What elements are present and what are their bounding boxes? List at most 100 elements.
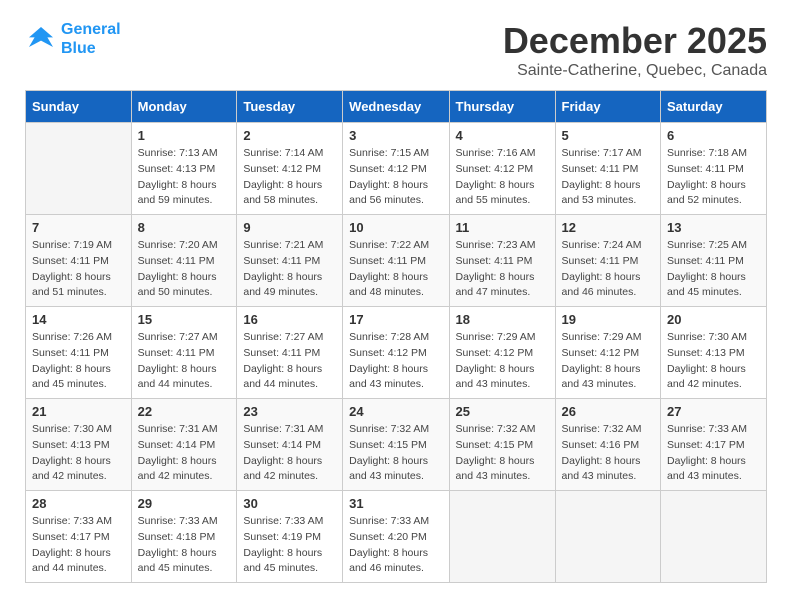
day-info: Sunrise: 7:33 AMSunset: 4:17 PMDaylight:… <box>667 422 760 485</box>
header: General Blue December 2025 Sainte-Cather… <box>25 20 767 80</box>
calendar-cell: 1 Sunrise: 7:13 AMSunset: 4:13 PMDayligh… <box>131 123 237 215</box>
day-info: Sunrise: 7:21 AMSunset: 4:11 PMDaylight:… <box>243 238 336 301</box>
day-number: 10 <box>349 220 442 235</box>
day-info: Sunrise: 7:33 AMSunset: 4:17 PMDaylight:… <box>32 514 125 577</box>
day-info: Sunrise: 7:27 AMSunset: 4:11 PMDaylight:… <box>138 330 231 393</box>
calendar-cell: 27 Sunrise: 7:33 AMSunset: 4:17 PMDaylig… <box>661 399 767 491</box>
day-info: Sunrise: 7:33 AMSunset: 4:19 PMDaylight:… <box>243 514 336 577</box>
day-info: Sunrise: 7:33 AMSunset: 4:20 PMDaylight:… <box>349 514 442 577</box>
calendar-cell: 18 Sunrise: 7:29 AMSunset: 4:12 PMDaylig… <box>449 307 555 399</box>
calendar-cell: 13 Sunrise: 7:25 AMSunset: 4:11 PMDaylig… <box>661 215 767 307</box>
day-number: 19 <box>562 312 654 327</box>
day-info: Sunrise: 7:33 AMSunset: 4:18 PMDaylight:… <box>138 514 231 577</box>
day-info: Sunrise: 7:18 AMSunset: 4:11 PMDaylight:… <box>667 146 760 209</box>
calendar-cell: 22 Sunrise: 7:31 AMSunset: 4:14 PMDaylig… <box>131 399 237 491</box>
calendar-cell: 12 Sunrise: 7:24 AMSunset: 4:11 PMDaylig… <box>555 215 660 307</box>
day-number: 30 <box>243 496 336 511</box>
calendar-cell <box>661 491 767 583</box>
day-number: 8 <box>138 220 231 235</box>
day-info: Sunrise: 7:15 AMSunset: 4:12 PMDaylight:… <box>349 146 442 209</box>
day-info: Sunrise: 7:30 AMSunset: 4:13 PMDaylight:… <box>667 330 760 393</box>
day-info: Sunrise: 7:29 AMSunset: 4:12 PMDaylight:… <box>562 330 654 393</box>
title-section: December 2025 Sainte-Catherine, Quebec, … <box>503 20 767 80</box>
calendar-cell: 31 Sunrise: 7:33 AMSunset: 4:20 PMDaylig… <box>343 491 449 583</box>
day-info: Sunrise: 7:32 AMSunset: 4:16 PMDaylight:… <box>562 422 654 485</box>
day-number: 18 <box>456 312 549 327</box>
calendar-cell: 4 Sunrise: 7:16 AMSunset: 4:12 PMDayligh… <box>449 123 555 215</box>
day-info: Sunrise: 7:17 AMSunset: 4:11 PMDaylight:… <box>562 146 654 209</box>
day-number: 17 <box>349 312 442 327</box>
calendar-cell: 20 Sunrise: 7:30 AMSunset: 4:13 PMDaylig… <box>661 307 767 399</box>
day-number: 2 <box>243 128 336 143</box>
calendar-cell: 10 Sunrise: 7:22 AMSunset: 4:11 PMDaylig… <box>343 215 449 307</box>
calendar-cell <box>555 491 660 583</box>
day-number: 7 <box>32 220 125 235</box>
weekday-header-tuesday: Tuesday <box>237 91 343 123</box>
calendar-cell: 15 Sunrise: 7:27 AMSunset: 4:11 PMDaylig… <box>131 307 237 399</box>
day-info: Sunrise: 7:29 AMSunset: 4:12 PMDaylight:… <box>456 330 549 393</box>
month-title: December 2025 <box>503 20 767 62</box>
day-number: 25 <box>456 404 549 419</box>
weekday-header-thursday: Thursday <box>449 91 555 123</box>
day-number: 22 <box>138 404 231 419</box>
day-number: 21 <box>32 404 125 419</box>
calendar-cell: 2 Sunrise: 7:14 AMSunset: 4:12 PMDayligh… <box>237 123 343 215</box>
calendar-cell: 5 Sunrise: 7:17 AMSunset: 4:11 PMDayligh… <box>555 123 660 215</box>
calendar-week-row: 21 Sunrise: 7:30 AMSunset: 4:13 PMDaylig… <box>26 399 767 491</box>
day-number: 26 <box>562 404 654 419</box>
day-number: 27 <box>667 404 760 419</box>
calendar-cell: 3 Sunrise: 7:15 AMSunset: 4:12 PMDayligh… <box>343 123 449 215</box>
calendar-cell: 9 Sunrise: 7:21 AMSunset: 4:11 PMDayligh… <box>237 215 343 307</box>
day-number: 24 <box>349 404 442 419</box>
calendar-cell: 14 Sunrise: 7:26 AMSunset: 4:11 PMDaylig… <box>26 307 132 399</box>
day-info: Sunrise: 7:14 AMSunset: 4:12 PMDaylight:… <box>243 146 336 209</box>
day-number: 4 <box>456 128 549 143</box>
calendar-cell <box>26 123 132 215</box>
day-number: 9 <box>243 220 336 235</box>
day-info: Sunrise: 7:31 AMSunset: 4:14 PMDaylight:… <box>243 422 336 485</box>
day-number: 14 <box>32 312 125 327</box>
calendar-cell: 26 Sunrise: 7:32 AMSunset: 4:16 PMDaylig… <box>555 399 660 491</box>
weekday-header-saturday: Saturday <box>661 91 767 123</box>
day-info: Sunrise: 7:32 AMSunset: 4:15 PMDaylight:… <box>456 422 549 485</box>
day-number: 12 <box>562 220 654 235</box>
logo-text: General Blue <box>61 20 121 58</box>
calendar-cell: 21 Sunrise: 7:30 AMSunset: 4:13 PMDaylig… <box>26 399 132 491</box>
day-number: 15 <box>138 312 231 327</box>
day-info: Sunrise: 7:22 AMSunset: 4:11 PMDaylight:… <box>349 238 442 301</box>
day-number: 31 <box>349 496 442 511</box>
day-info: Sunrise: 7:27 AMSunset: 4:11 PMDaylight:… <box>243 330 336 393</box>
day-number: 1 <box>138 128 231 143</box>
day-info: Sunrise: 7:16 AMSunset: 4:12 PMDaylight:… <box>456 146 549 209</box>
calendar-cell: 7 Sunrise: 7:19 AMSunset: 4:11 PMDayligh… <box>26 215 132 307</box>
day-info: Sunrise: 7:13 AMSunset: 4:13 PMDaylight:… <box>138 146 231 209</box>
day-number: 5 <box>562 128 654 143</box>
day-number: 3 <box>349 128 442 143</box>
day-info: Sunrise: 7:20 AMSunset: 4:11 PMDaylight:… <box>138 238 231 301</box>
calendar-cell: 23 Sunrise: 7:31 AMSunset: 4:14 PMDaylig… <box>237 399 343 491</box>
calendar-cell: 19 Sunrise: 7:29 AMSunset: 4:12 PMDaylig… <box>555 307 660 399</box>
calendar-cell: 16 Sunrise: 7:27 AMSunset: 4:11 PMDaylig… <box>237 307 343 399</box>
calendar-cell: 24 Sunrise: 7:32 AMSunset: 4:15 PMDaylig… <box>343 399 449 491</box>
day-info: Sunrise: 7:32 AMSunset: 4:15 PMDaylight:… <box>349 422 442 485</box>
day-number: 11 <box>456 220 549 235</box>
calendar-cell: 11 Sunrise: 7:23 AMSunset: 4:11 PMDaylig… <box>449 215 555 307</box>
location-subtitle: Sainte-Catherine, Quebec, Canada <box>503 62 767 80</box>
day-info: Sunrise: 7:25 AMSunset: 4:11 PMDaylight:… <box>667 238 760 301</box>
calendar-week-row: 28 Sunrise: 7:33 AMSunset: 4:17 PMDaylig… <box>26 491 767 583</box>
weekday-header-wednesday: Wednesday <box>343 91 449 123</box>
day-info: Sunrise: 7:24 AMSunset: 4:11 PMDaylight:… <box>562 238 654 301</box>
weekday-header-monday: Monday <box>131 91 237 123</box>
calendar-week-row: 7 Sunrise: 7:19 AMSunset: 4:11 PMDayligh… <box>26 215 767 307</box>
logo-bird-icon <box>25 23 57 55</box>
day-number: 6 <box>667 128 760 143</box>
calendar-week-row: 14 Sunrise: 7:26 AMSunset: 4:11 PMDaylig… <box>26 307 767 399</box>
weekday-header-sunday: Sunday <box>26 91 132 123</box>
calendar-table: SundayMondayTuesdayWednesdayThursdayFrid… <box>25 90 767 583</box>
day-number: 23 <box>243 404 336 419</box>
calendar-week-row: 1 Sunrise: 7:13 AMSunset: 4:13 PMDayligh… <box>26 123 767 215</box>
logo-line1: General <box>61 21 121 38</box>
day-number: 20 <box>667 312 760 327</box>
day-number: 16 <box>243 312 336 327</box>
day-info: Sunrise: 7:26 AMSunset: 4:11 PMDaylight:… <box>32 330 125 393</box>
